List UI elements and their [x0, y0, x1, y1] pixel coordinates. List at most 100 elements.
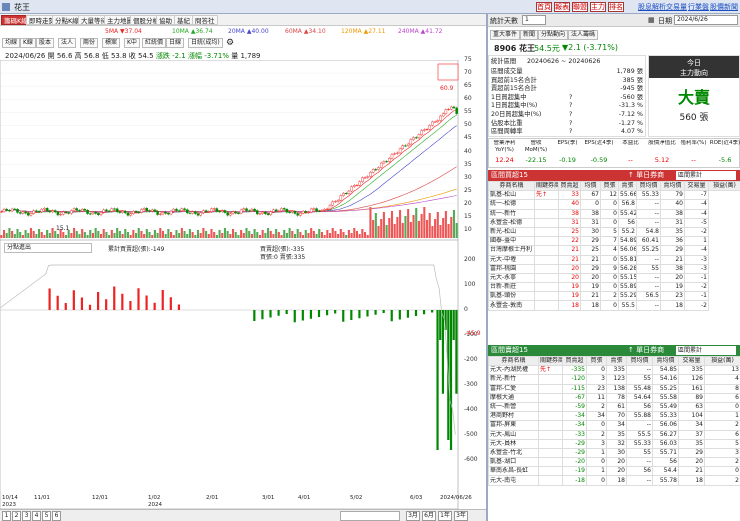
col-header[interactable]: 賣均價: [660, 180, 685, 192]
table-row[interactable]: 台新-新莊 19 19 0 55.89 -- 19 -2: [488, 282, 740, 293]
col-header[interactable]: 買賣超: [562, 355, 587, 367]
tool-kmid[interactable]: K中: [124, 38, 140, 48]
col-header[interactable]: 買均價: [636, 180, 661, 192]
page-1[interactable]: 1: [2, 511, 11, 521]
link-dividend[interactable]: 股息解析: [638, 2, 666, 12]
candle: [291, 211, 294, 213]
volume-bar: [307, 233, 310, 238]
col-header[interactable]: 賣張: [618, 180, 637, 192]
volume-bar: [264, 233, 267, 238]
table-row[interactable]: 統一-新竹 38 38 0 55.42 -- 38 -4: [488, 208, 740, 219]
table-row[interactable]: 永豐金-竹北 -29 1 30 55 55.71 29 3: [488, 447, 740, 459]
table-row[interactable]: 國泰-臺中 22 29 7 54.89 60.41 36 1: [488, 236, 740, 247]
candle: [377, 167, 380, 170]
page-6[interactable]: 6: [52, 511, 61, 521]
tab-records[interactable]: 基紀: [174, 15, 193, 25]
chart-tabs: 籌碼K線 即時走勢 分點K線 大量等待 主力地圖 個股分析 協助 基紀 問答社: [0, 14, 486, 26]
table-row[interactable]: 統一-新營 -59 2 61 56 55.49 63 0: [488, 401, 740, 413]
table-row[interactable]: 永豐金-松德 31 31 0 56 -- 31 -5: [488, 217, 740, 228]
tool-ma[interactable]: 均線: [2, 38, 21, 48]
menu-icon[interactable]: [2, 3, 10, 11]
table-row[interactable]: 統一-松德 40 0 0 56.8 -- 40 -4: [488, 199, 740, 210]
table-row[interactable]: 新光-新竹 -120 3 123 55 54.16 126 4: [488, 374, 740, 385]
rtab-inst[interactable]: 法人籌碼: [568, 30, 599, 40]
col-header[interactable]: 損益(萬): [708, 180, 740, 192]
volume-bar: [62, 232, 65, 238]
col-header[interactable]: 均價: [580, 180, 601, 192]
tool-daily[interactable]: 日線: [166, 38, 185, 48]
tool-k[interactable]: K線: [20, 38, 36, 48]
table-row[interactable]: 元大-永寧 20 20 0 55.15 -- 20 -1: [488, 272, 740, 284]
table-row[interactable]: 凱基-松山 先↑ 33 67 12 55.66 55.33 79 -7: [488, 190, 740, 201]
col-header[interactable]: 賣均價: [652, 355, 679, 367]
period-3y[interactable]: 3年: [454, 511, 468, 521]
table-row[interactable]: 摩根大通 -67 11 78 54.64 55.58 89 6: [488, 392, 740, 403]
link-industry[interactable]: 行業盤: [688, 2, 709, 12]
settings-gear-icon[interactable]: ⚙: [226, 38, 234, 48]
col-header[interactable]: 買張: [600, 180, 619, 192]
date-input[interactable]: 2024/6/26: [674, 15, 738, 25]
table-row[interactable]: 港商野村 -34 34 70 55.88 55.33 104 1: [488, 411, 740, 422]
table-row[interactable]: 凱基-湖口 -20 0 20 -- 56 20 2: [488, 457, 740, 468]
table-row[interactable]: 富邦-桃園 20 29 9 56.28 55 38 -3: [488, 263, 740, 274]
rtab-branch[interactable]: 分點動向: [538, 30, 569, 40]
table-row[interactable]: 元大-中壢 21 21 0 55.81 -- 21 -3: [488, 254, 740, 265]
page-2[interactable]: 2: [12, 511, 21, 521]
col-header[interactable]: 賣張: [606, 355, 627, 367]
volume-bar: [304, 230, 307, 238]
col-header[interactable]: 券商名稱: [488, 355, 539, 367]
tool-redprice[interactable]: 紅統價: [142, 38, 167, 48]
page-5[interactable]: 5: [42, 511, 51, 521]
page-3[interactable]: 3: [22, 511, 31, 521]
col-header[interactable]: 關鍵券商: [538, 355, 563, 367]
col-header[interactable]: 買賣超: [558, 180, 581, 192]
link-news[interactable]: 股價新聞: [710, 2, 738, 12]
table-row[interactable]: 華南永昌-長虹 -19 1 20 56 54.4 21 0: [488, 466, 740, 477]
tool-capital[interactable]: 股本: [36, 38, 55, 48]
tool-daily-avg[interactable]: 日統(成均): [188, 38, 223, 48]
sell-range-select[interactable]: 區間累計: [676, 346, 736, 355]
col-header[interactable]: 關鍵券商: [534, 180, 559, 192]
tool-tag[interactable]: 標案: [102, 38, 121, 48]
table-row[interactable]: 富邦-仁愛 -115 23 138 55.48 55.25 161 8: [488, 383, 740, 394]
table-row[interactable]: 元大-員林 -29 3 32 55.33 56.03 35 5: [488, 438, 740, 449]
col-header[interactable]: 損益(萬): [704, 355, 740, 367]
top-button-report[interactable]: 報表: [554, 2, 570, 12]
table-row[interactable]: 富邦-屏東 -34 0 34 -- 56.06 34 2: [488, 420, 740, 431]
col-header[interactable]: 買張: [586, 355, 607, 367]
tool-two[interactable]: 兩份: [80, 38, 99, 48]
rtab-events[interactable]: 重大事件: [490, 30, 521, 40]
table-row[interactable]: 台灣摩根士丹利 21 25 4 56.06 55.25 29 -4: [488, 245, 740, 256]
volume-bar: [337, 234, 340, 238]
table-row[interactable]: 元大-南屯 -18 0 18 -- 55.78 18 2: [488, 475, 740, 486]
sub-dropdown[interactable]: 分點進出: [4, 243, 92, 253]
col-header[interactable]: 交易量: [678, 355, 705, 367]
top-button-home[interactable]: 首頁: [536, 2, 552, 12]
link-volume[interactable]: 交易量: [666, 2, 687, 12]
period-6m[interactable]: 6月: [422, 511, 436, 521]
buy-range-select[interactable]: 區間累計: [676, 171, 736, 180]
tab-help[interactable]: 協助: [156, 15, 175, 25]
tab-qa[interactable]: 問答社: [192, 15, 218, 25]
table-row[interactable]: 凱基-頭份 19 21 2 55.29 56.5 23 -1: [488, 291, 740, 302]
top-button-league[interactable]: 聯盟: [572, 2, 588, 12]
top-button-rank[interactable]: 排名: [608, 2, 624, 12]
top-button-main[interactable]: 主力: [590, 2, 606, 12]
period-3m[interactable]: 3月: [406, 511, 420, 521]
days-select[interactable]: 1: [522, 15, 546, 25]
table-row[interactable]: 元大-內湖民權 先↑ -335 0 335 -- 54.85 335 13: [488, 365, 740, 376]
col-header[interactable]: 買均價: [626, 355, 653, 367]
scroll-bar[interactable]: [340, 511, 400, 521]
col-header[interactable]: 券商名稱: [488, 180, 535, 192]
calendar-icon[interactable]: ▦: [648, 16, 655, 24]
tool-inst[interactable]: 法人: [58, 38, 77, 48]
col-header[interactable]: 交易量: [684, 180, 709, 192]
price-chart[interactable]: 60.9 15.1: [0, 60, 486, 509]
period-1y[interactable]: 1年: [438, 511, 452, 521]
rtab-news[interactable]: 新聞: [520, 30, 539, 40]
page-4[interactable]: 4: [32, 511, 41, 521]
volume-bar: [361, 229, 364, 238]
table-row[interactable]: 新光-松山 25 30 5 55.2 54.8 35 -2: [488, 226, 740, 238]
table-row[interactable]: 元大-鳳山 -33 2 35 55.5 56.27 37 6: [488, 429, 740, 440]
table-row[interactable]: 永豐金-敦南 18 18 0 55.5 -- 18 -2: [488, 300, 740, 311]
